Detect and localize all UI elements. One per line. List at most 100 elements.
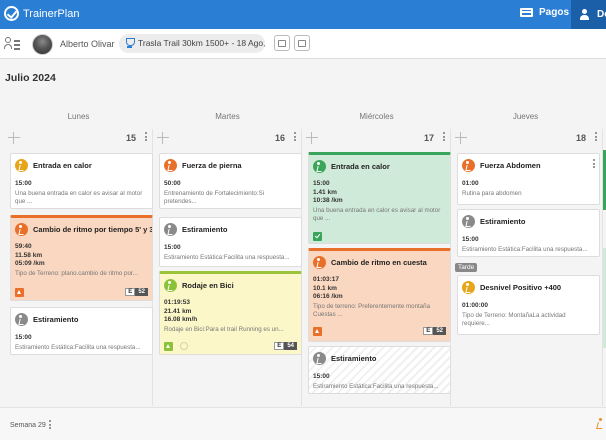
user-menu-button[interactable]: De [571, 0, 606, 29]
app-logo[interactable]: TrainerPlan [4, 6, 79, 21]
workout-card[interactable]: Fuerza de pierna 50:00 Entrenamiento de … [159, 153, 302, 209]
workout-card[interactable]: Desnivel Positivo +400 01:00:00 Tipo de … [457, 275, 600, 335]
day-column: 16 Fuerza de pierna 50:00 Entrenamiento … [153, 129, 302, 406]
workout-description: Rutina para abdomen [462, 190, 522, 197]
add-workout-button[interactable] [455, 132, 467, 144]
pagos-label: Pagos [539, 7, 570, 18]
upload-icon[interactable] [164, 342, 173, 351]
workout-card[interactable]: Estiramiento 15:00 Estiramiento Estática… [10, 307, 153, 355]
weekday-label: Miércoles [359, 112, 394, 121]
workout-title: Fuerza de pierna [182, 161, 242, 170]
workout-title: Cambio de ritmo en cuesta [331, 258, 427, 267]
add-workout-button[interactable] [157, 132, 169, 144]
workout-card[interactable]: Fuerza Abdomen 01:00 Rutina para abdomen [457, 153, 600, 205]
workout-card[interactable]: Rodaje en Bici 01:19:53 21.41 km 16.08 km/… [159, 271, 302, 355]
athlete-avatar[interactable] [32, 34, 53, 55]
mountain-run-icon [462, 281, 475, 294]
weekday-label: Martes [215, 112, 240, 121]
upload-icon[interactable] [15, 288, 24, 297]
day-header: 18 [451, 129, 602, 147]
run-icon [313, 256, 326, 269]
add-workout-button[interactable] [306, 132, 318, 144]
dumbbell-icon [462, 159, 475, 172]
workout-stats: 15:00 [164, 244, 181, 251]
day-header: 16 [153, 129, 301, 147]
workout-card[interactable]: Estiramiento 15:00 Estiramiento Estática… [308, 346, 451, 394]
workout-stats: 50:00 [164, 180, 181, 187]
workout-title: Rodaje en Bici [182, 281, 234, 290]
weekday-label: Jueves [512, 112, 539, 121]
effort-badge: E 54 [274, 342, 297, 350]
day-header: 17 [302, 129, 450, 147]
day-column: 17 Entrada en calor 15:00 1.41 km 10:38 /k… [302, 129, 451, 406]
workout-title: Estiramiento [33, 315, 79, 324]
app-name: TrainerPlan [23, 7, 80, 20]
week-summary-bar: Semana 29 [0, 407, 606, 440]
week-menu-button[interactable] [49, 420, 51, 431]
completed-check-icon[interactable] [313, 232, 322, 241]
workout-description: Estiramiento Estática:Facilita una respu… [313, 383, 439, 390]
card-menu-button[interactable] [593, 159, 595, 170]
athlete-bar: Alberto Olivar Trasla Trail 30km 1500+ -… [0, 29, 606, 59]
workout-title: Entrada en calor [331, 162, 390, 171]
stretch-icon [164, 223, 177, 236]
add-workout-button[interactable] [8, 132, 20, 144]
athlete-name[interactable]: Alberto Olivar [60, 39, 115, 49]
workout-card[interactable]: Estiramiento 15:00 Estiramiento Estática… [457, 209, 600, 257]
workout-stats: 01:03:17 10.1 km 06:16 /km [313, 276, 343, 300]
bike-icon [164, 279, 177, 292]
day-menu-button[interactable] [443, 132, 445, 142]
workout-title: Desnivel Positivo +400 [480, 283, 562, 292]
run-icon [594, 418, 606, 430]
workout-card[interactable]: Cambio de ritmo en cuesta 01:03:17 10.1 k… [308, 248, 451, 342]
workout-title: Entrada en calor [33, 161, 92, 170]
top-navbar: TrainerPlan Pagos De [0, 0, 606, 29]
day-menu-button[interactable] [294, 132, 296, 142]
workout-stats: 15:00 [15, 180, 32, 187]
day-number: 15 [125, 133, 136, 143]
day-number: 18 [575, 133, 586, 143]
upload-icon[interactable] [313, 327, 322, 336]
run-icon [15, 159, 28, 172]
run-icon [15, 223, 28, 236]
weekday-label: Lunes [67, 112, 90, 121]
month-title: Julio 2024 [5, 72, 56, 84]
day-menu-button[interactable] [595, 132, 597, 142]
user-icon [580, 9, 589, 20]
workout-stats: 15:00 [15, 334, 32, 341]
workout-stats: 01:00:00 [462, 302, 489, 309]
calendar-icon [298, 40, 306, 47]
workout-card[interactable]: Entrada en calor 15:00 Una buena entrada… [10, 153, 153, 209]
effort-badge: E 52 [125, 288, 148, 296]
workout-description: Entrenamiento de Fortalecimiento:Si pret… [164, 190, 265, 205]
workout-stats: 59:40 11.58 km 05:09 /km [15, 243, 45, 267]
trophy-icon [125, 38, 135, 49]
day-column: 15 Entrada en calor 15:00 Una buena entr… [4, 129, 153, 406]
workout-card[interactable]: Estiramiento 15:00 Estiramiento Estática… [159, 217, 302, 267]
workout-description: Estiramiento Estática:Facilita una respu… [164, 254, 290, 261]
plan-selector[interactable]: Trasla Trail 30km 1500+ - 18 Ago, ... [119, 34, 265, 53]
effort-badge: E 52 [423, 327, 446, 335]
workout-description: Una buena entrada en calor es avisar al … [15, 190, 143, 205]
mood-icon [180, 342, 188, 350]
workout-title: Estiramiento [480, 217, 526, 226]
workout-card[interactable]: Cambio de ritmo por tiempo 5' y 3' 59:40… [10, 215, 153, 301]
pagos-button[interactable]: Pagos [520, 7, 569, 18]
workout-description: Tipo de Terreno: plano.cambio de ritmo p… [15, 270, 138, 277]
week-label: Semana 29 [10, 422, 46, 429]
workout-description: Estiramiento Estática:Facilita una respu… [462, 246, 588, 253]
day-number: 17 [423, 133, 434, 143]
workout-stats: 01:19:53 21.41 km 16.08 km/h [164, 299, 198, 323]
logo-check-icon [4, 6, 19, 21]
workout-description: Una buena entrada en calor es avisar al … [313, 207, 441, 222]
day-header: 15 [4, 129, 152, 147]
workout-card[interactable]: Entrada en calor 15:00 1.41 km 10:38 /km U… [308, 152, 451, 244]
workout-description: Estiramiento Estática:Facilita una respu… [15, 344, 141, 351]
day-menu-button[interactable] [145, 132, 147, 142]
calendar-button[interactable] [294, 35, 310, 51]
athletes-list-icon[interactable] [4, 37, 20, 50]
workout-stats: 15:00 [462, 236, 479, 243]
day-number: 16 [274, 133, 285, 143]
workout-description: Tipo de Terreno: MontañaLa actividad req… [462, 312, 566, 327]
image-button[interactable] [274, 35, 290, 51]
